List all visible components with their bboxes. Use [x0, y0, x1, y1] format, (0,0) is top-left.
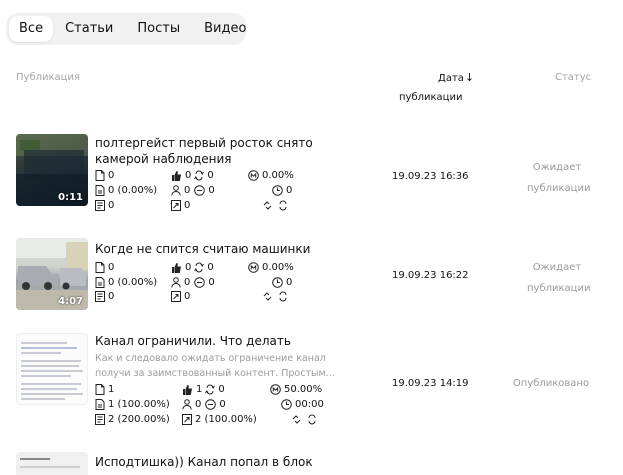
stat-ctr: 50.00% [270, 384, 322, 395]
stat-subscribers: 0 0 [182, 399, 226, 410]
ctr-icon [270, 384, 281, 395]
stat-reads: 0 (0.00%) [95, 277, 157, 288]
repost-icon [278, 291, 288, 302]
column-header-publication: Публикация [16, 72, 80, 83]
stat-links [263, 200, 291, 211]
comment-icon [194, 185, 206, 196]
stat-subscribers: 0 0 [171, 277, 215, 288]
repost-icon [194, 170, 205, 181]
share-icon [171, 291, 181, 302]
table-row[interactable]: Исподтишка)) Канал попал в блок [0, 452, 623, 475]
article-thumbnail[interactable] [16, 452, 88, 475]
stat-views: 0 [95, 170, 114, 181]
stat-views: 1 [95, 384, 114, 395]
saved-icon [95, 200, 105, 211]
column-header-date[interactable]: Дата↓ [438, 71, 474, 84]
tab-videos[interactable]: Видео [192, 16, 258, 42]
publication-title[interactable]: полтергейст первый росток снято камерой … [95, 135, 365, 167]
stat-ctr: 0.00% [248, 170, 294, 181]
user-icon [171, 277, 181, 288]
clock-icon [272, 277, 283, 288]
status-badge: Ожидает публикации [527, 262, 591, 294]
status-badge: Опубликовано [512, 378, 590, 389]
saved-icon [95, 291, 105, 302]
stat-saves: 2 (200.00%) [95, 414, 170, 425]
ctr-icon [248, 170, 259, 181]
comment-icon [205, 399, 217, 410]
thumbs-up-icon [182, 384, 193, 395]
column-header-status: Статус [555, 72, 592, 83]
link-icon [263, 291, 275, 302]
stat-saves: 0 [95, 291, 114, 302]
ctr-icon [248, 262, 259, 273]
stat-shares: 2 (100.00%) [182, 414, 257, 425]
publication-date: 19.09.23 16:36 [392, 171, 469, 182]
document-icon [95, 170, 105, 181]
publication-title[interactable]: Исподтишка)) Канал попал в блок [95, 454, 365, 470]
stat-time: 00:00 [281, 399, 324, 410]
table-row[interactable]: 4:07 Когде не спится считаю машинки 0 0 … [0, 238, 623, 314]
saved-icon [95, 414, 105, 425]
repost-icon [278, 200, 288, 211]
stat-time: 0 [272, 185, 292, 196]
share-icon [171, 200, 181, 211]
repost-icon [307, 414, 317, 425]
clock-icon [272, 185, 283, 196]
read-icon [95, 399, 105, 410]
document-icon [95, 262, 105, 273]
read-icon [95, 185, 105, 196]
repost-icon [205, 384, 216, 395]
stat-shares: 0 [171, 200, 190, 211]
publications-page: Все Статьи Посты Видео Публикация Дата↓ … [0, 0, 623, 475]
video-thumbnail[interactable]: 4:07 [16, 238, 88, 310]
publication-title[interactable]: Канал ограничили. Что делать [95, 333, 365, 349]
stat-links [292, 414, 320, 425]
read-icon [95, 277, 105, 288]
stat-subscribers: 0 0 [171, 185, 215, 196]
tab-all[interactable]: Все [9, 16, 54, 42]
publication-description: Как и следовало ожидать ограничение кана… [95, 353, 335, 379]
content-type-tabs: Все Статьи Посты Видео [6, 13, 246, 45]
tab-articles[interactable]: Статьи [53, 16, 125, 42]
comment-icon [194, 277, 206, 288]
clock-icon [281, 399, 292, 410]
stat-likes: 0 0 [171, 262, 214, 273]
stat-shares: 0 [171, 291, 190, 302]
user-icon [182, 399, 192, 410]
stat-reads: 0 (0.00%) [95, 185, 157, 196]
stat-reads: 1 (100.00%) [95, 399, 170, 410]
publication-title[interactable]: Когде не спится считаю машинки [95, 241, 365, 257]
publication-date: 19.09.23 14:19 [392, 378, 469, 389]
table-row[interactable]: 0:11 полтергейст первый росток снято кам… [0, 134, 623, 224]
video-duration: 4:07 [58, 296, 83, 307]
column-header-date-sub[interactable]: публикации [399, 92, 463, 103]
video-duration: 0:11 [58, 192, 83, 203]
link-icon [263, 200, 275, 211]
publication-date: 19.09.23 16:22 [392, 270, 469, 281]
arrow-down-icon: ↓ [464, 71, 475, 84]
link-icon [292, 414, 304, 425]
stat-likes: 0 0 [171, 170, 214, 181]
stat-views: 0 [95, 262, 114, 273]
table-row[interactable]: Канал ограничили. Что делать Как и следо… [0, 333, 623, 433]
video-thumbnail[interactable]: 0:11 [16, 134, 88, 206]
user-icon [171, 185, 181, 196]
stat-time: 0 [272, 277, 292, 288]
repost-icon [194, 262, 205, 273]
stat-saves: 0 [95, 200, 114, 211]
article-thumbnail[interactable] [16, 333, 88, 405]
status-badge: Ожидает публикации [527, 162, 591, 194]
thumbs-up-icon [171, 170, 182, 181]
tab-posts[interactable]: Посты [125, 16, 192, 42]
stat-likes: 1 0 [182, 384, 225, 395]
column-header-date-label: Дата [438, 73, 464, 84]
share-icon [182, 414, 192, 425]
stat-links [263, 291, 291, 302]
stat-ctr: 0.00% [248, 262, 294, 273]
document-icon [95, 384, 105, 395]
thumbs-up-icon [171, 262, 182, 273]
